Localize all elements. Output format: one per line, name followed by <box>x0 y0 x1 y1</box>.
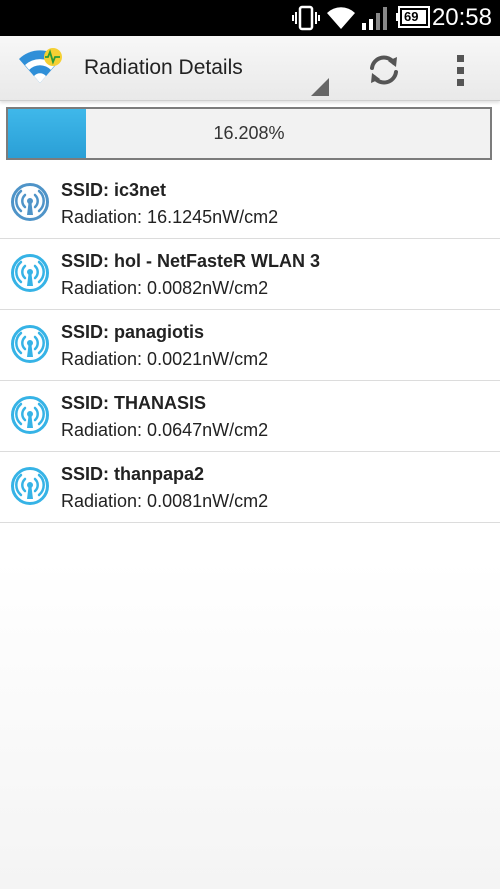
network-radiation: Radiation: 0.0082nW/cm2 <box>61 278 269 298</box>
status-time: 20:58 <box>431 4 492 31</box>
status-bar: 69 20:58 <box>0 0 500 36</box>
network-radiation: Radiation: 0.0081nW/cm2 <box>61 491 269 511</box>
network-ssid: SSID: panagiotis <box>61 322 205 342</box>
network-radiation: Radiation: 16.1245nW/cm2 <box>61 207 279 227</box>
vibrate-icon <box>292 5 320 31</box>
network-ssid: SSID: thanpapa2 <box>61 464 205 484</box>
network-list-item[interactable]: SSID: ic3net Radiation: 16.1245nW/cm2 <box>0 168 500 239</box>
overflow-menu-icon <box>457 55 464 86</box>
refresh-button[interactable] <box>362 48 406 92</box>
page-title[interactable]: Radiation Details <box>84 55 243 81</box>
wifi-antenna-icon <box>11 183 49 221</box>
network-ssid: SSID: ic3net <box>61 180 167 200</box>
radiation-progress-bar: 16.208% <box>6 107 492 160</box>
wifi-antenna-icon <box>11 325 49 363</box>
progress-label: 16.208% <box>213 123 285 143</box>
battery-icon: 69 <box>396 6 430 28</box>
network-list-item[interactable]: SSID: panagiotis Radiation: 0.0021nW/cm2 <box>0 310 500 381</box>
network-ssid: SSID: THANASIS <box>61 393 207 413</box>
battery-level: 69 <box>404 9 419 24</box>
network-ssid: SSID: hol - NetFasteR WLAN 3 <box>61 251 321 271</box>
cell-signal-icon <box>362 7 387 30</box>
wifi-antenna-icon <box>11 396 49 434</box>
network-radiation: Radiation: 0.0021nW/cm2 <box>61 349 269 369</box>
wifi-antenna-icon <box>11 254 49 292</box>
spinner-indicator-icon <box>311 78 329 96</box>
network-list: SSID: ic3net Radiation: 16.1245nW/cm2 SS… <box>0 168 500 523</box>
network-radiation: Radiation: 0.0647nW/cm2 <box>61 420 269 440</box>
network-list-item[interactable]: SSID: THANASIS Radiation: 0.0647nW/cm2 <box>0 381 500 452</box>
wifi-signal-icon <box>327 7 355 29</box>
wifi-antenna-icon <box>11 467 49 505</box>
wifi-radiation-app-icon[interactable] <box>16 47 64 89</box>
network-list-item[interactable]: SSID: hol - NetFasteR WLAN 3 Radiation: … <box>0 239 500 310</box>
network-list-item[interactable]: SSID: thanpapa2 Radiation: 0.0081nW/cm2 <box>0 452 500 523</box>
action-bar: Radiation Details <box>0 36 500 101</box>
overflow-menu-button[interactable] <box>446 48 476 92</box>
